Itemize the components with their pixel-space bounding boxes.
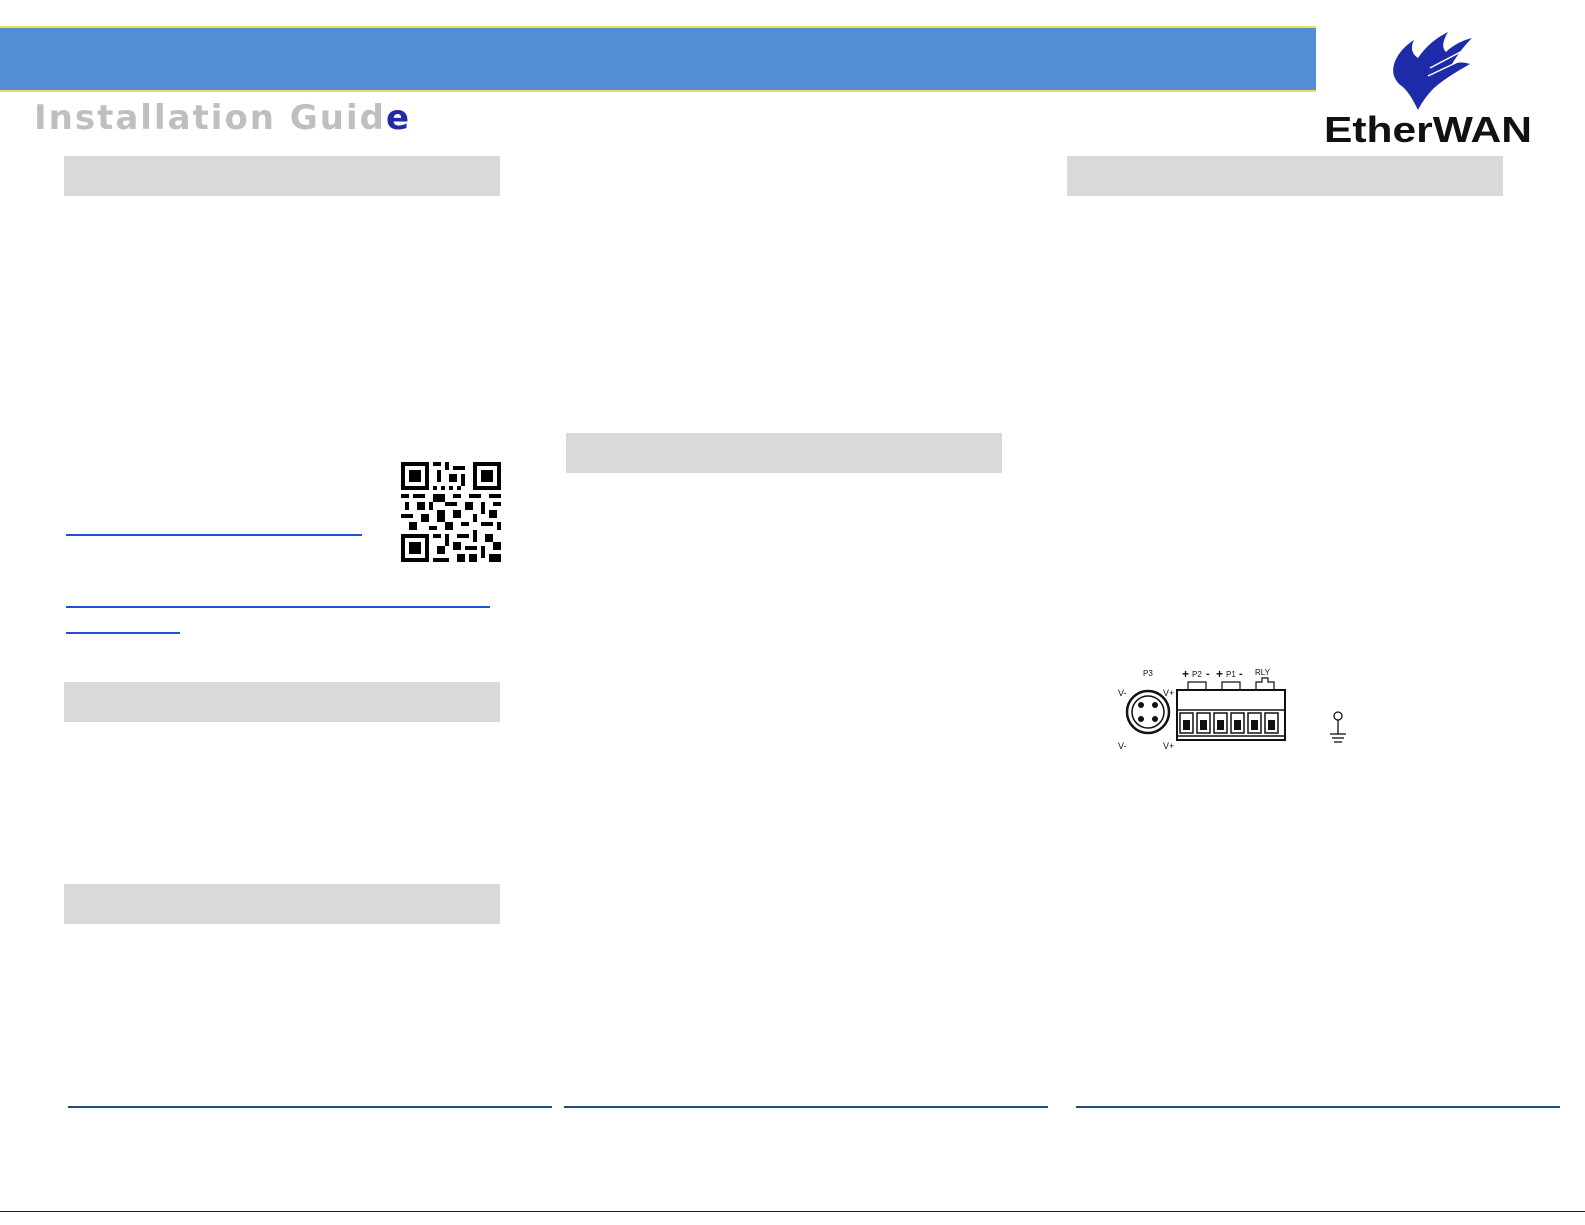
section-bar-col1-1 — [64, 156, 500, 196]
website-link[interactable] — [66, 534, 362, 536]
label-v-plus-top: V+ — [1163, 688, 1174, 698]
page-title-main: Installation Guid — [34, 98, 386, 138]
footer-rule-col2 — [564, 1106, 1048, 1108]
label-p1: P1 — [1226, 670, 1236, 679]
documentation-link-continued[interactable] — [66, 632, 180, 634]
section-bar-col1-3 — [64, 884, 500, 924]
qr-code — [401, 462, 501, 562]
page-title: Installation Guide — [34, 98, 411, 138]
section-bar-col2-1 — [566, 433, 1002, 473]
label-p3: P3 — [1143, 669, 1153, 678]
footer-rule-col3 — [1076, 1106, 1560, 1108]
label-p1-minus: - — [1239, 668, 1243, 680]
p3-connector-inner — [1131, 695, 1165, 729]
p3-connector-outer — [1125, 689, 1171, 735]
label-p2: P2 — [1192, 670, 1202, 679]
logo-swoosh-icon — [1393, 32, 1472, 110]
section-bar-col1-2 — [64, 682, 500, 722]
label-rly: RLY — [1255, 668, 1271, 677]
label-v-minus-top: V- — [1118, 688, 1127, 698]
power-connector-diagram: P3 V- V+ V- V+ + P2 - + P1 - RLY — [1118, 667, 1346, 751]
page-title-accent: e — [385, 98, 412, 138]
label-p2-plus: + — [1182, 667, 1189, 681]
footer-rule-col1 — [68, 1106, 552, 1108]
label-v-plus-bottom: V+ — [1163, 741, 1174, 751]
header-band — [0, 26, 1316, 92]
etherwan-logo: EtherWAN — [1324, 32, 1532, 148]
ground-icon — [1330, 711, 1346, 743]
page-bottom-rule — [0, 1211, 1585, 1212]
logo-text: EtherWAN — [1324, 109, 1532, 148]
label-p2-minus: - — [1206, 668, 1210, 680]
label-v-minus-bottom: V- — [1118, 741, 1127, 751]
documentation-link[interactable] — [66, 606, 490, 608]
section-bar-col3-1 — [1067, 156, 1503, 196]
label-p1-plus: + — [1216, 667, 1223, 681]
